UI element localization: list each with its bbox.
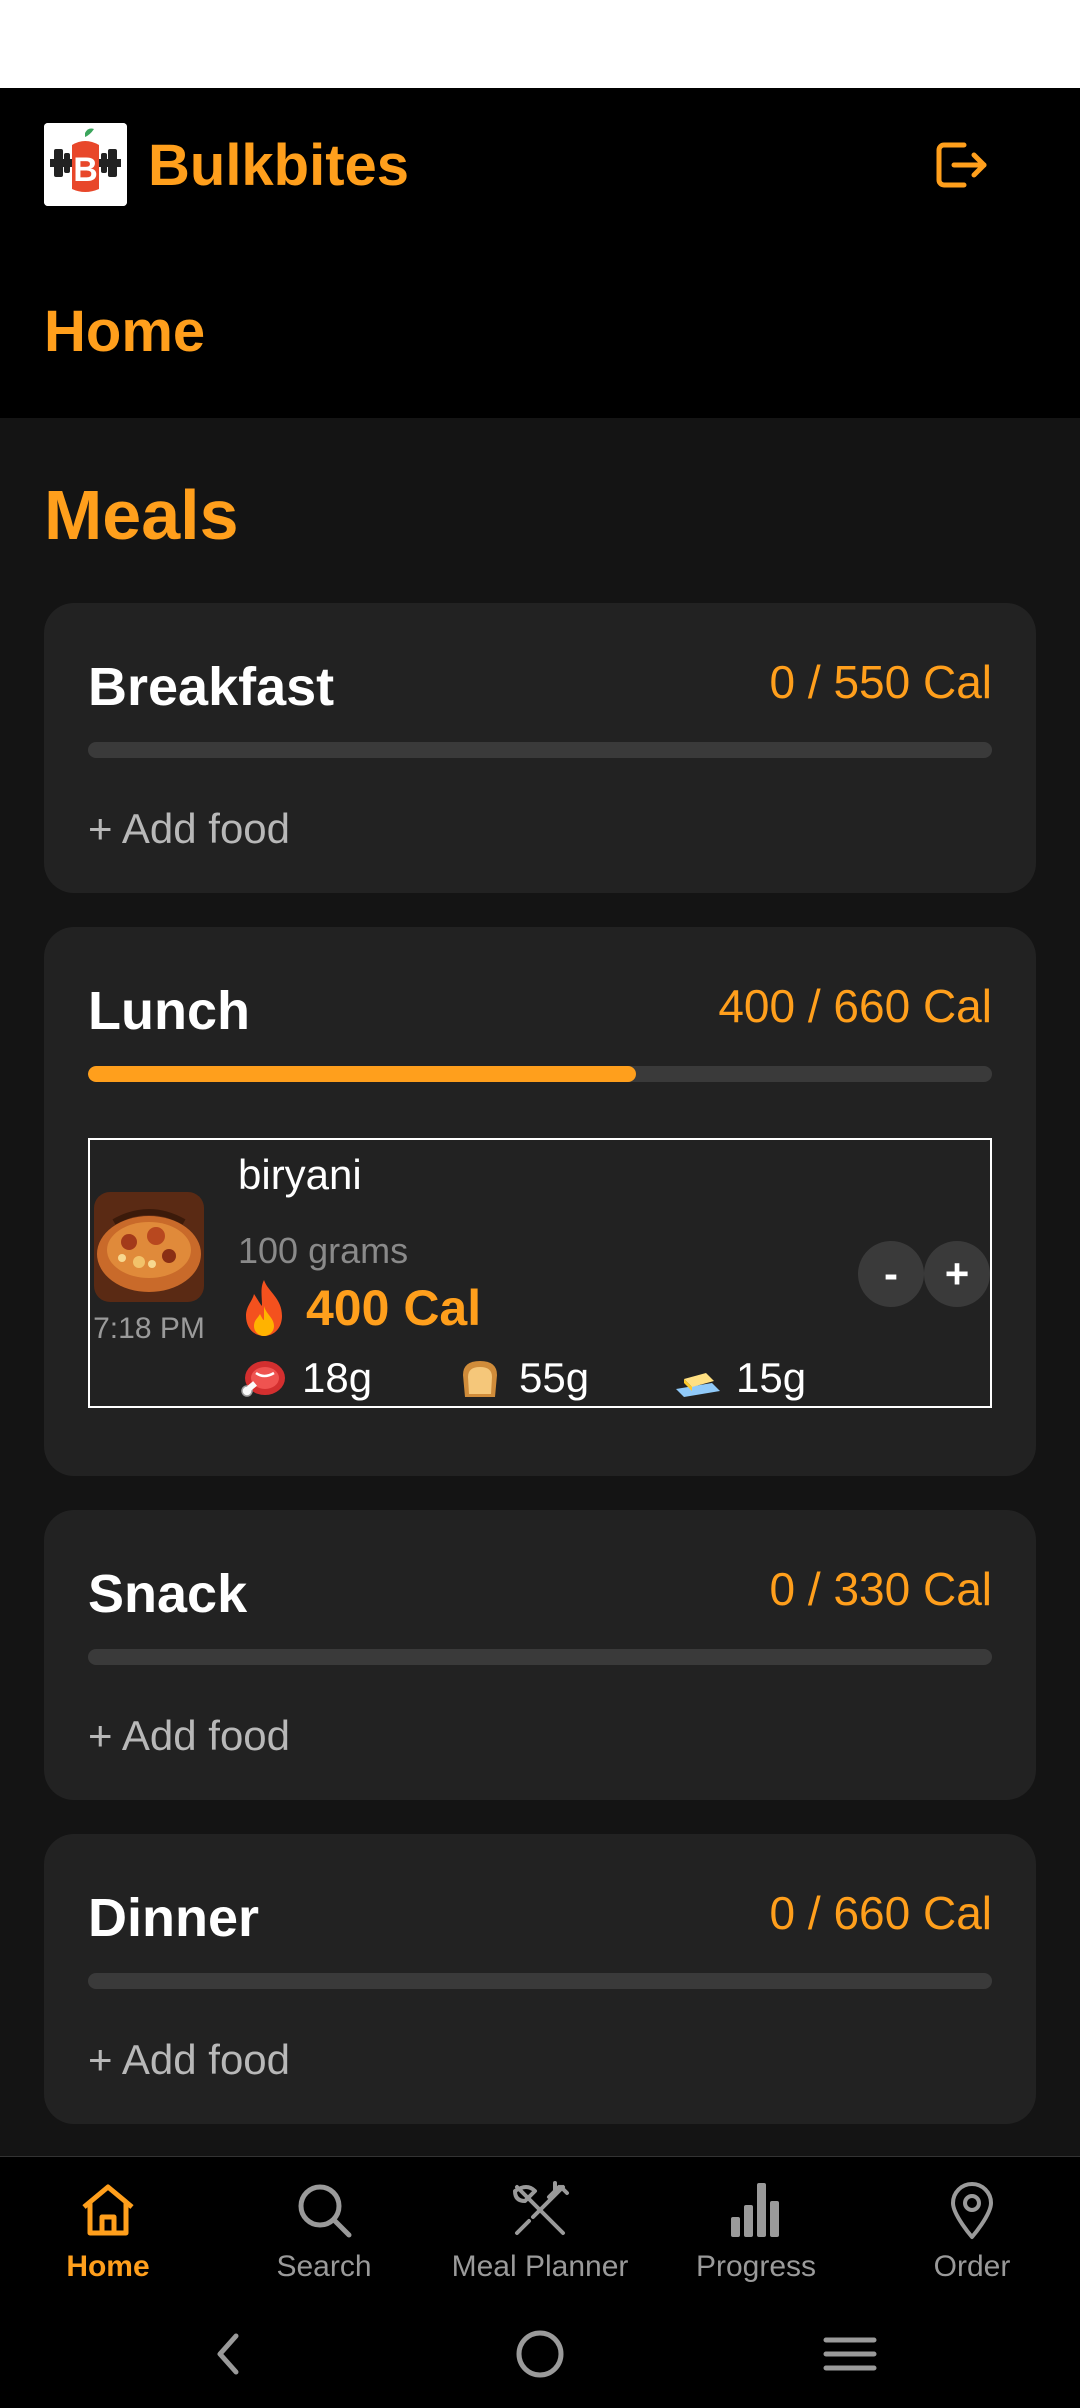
home-circle-icon xyxy=(516,2330,564,2378)
recents-icon xyxy=(823,2337,877,2371)
meal-card-lunch: Lunch 400 / 660 Cal 7:18 PM biryani 100 … xyxy=(44,927,1036,1476)
food-calories: 400 Cal xyxy=(306,1280,482,1336)
meal-progress-bar xyxy=(88,1066,992,1082)
increase-quantity-button[interactable]: + xyxy=(924,1241,990,1307)
svg-text:B: B xyxy=(73,151,98,189)
food-calories-row: 400 Cal xyxy=(238,1276,481,1340)
logout-button[interactable] xyxy=(930,135,990,195)
meal-progress-fill xyxy=(88,1066,636,1082)
nav-label: Meal Planner xyxy=(451,2250,629,2283)
bar-chart-icon xyxy=(731,2183,779,2237)
protein-value: 18g xyxy=(302,1354,373,1401)
search-icon xyxy=(298,2184,352,2238)
meal-card-breakfast: Breakfast 0 / 550 Cal + Add food xyxy=(44,603,1036,893)
page-title: Home xyxy=(44,299,206,364)
meal-name: Lunch xyxy=(88,981,250,1041)
meal-progress-bar xyxy=(88,1973,992,1989)
app-name: Bulkbites xyxy=(148,133,410,198)
food-item[interactable]: 7:18 PM biryani 100 grams 400 Cal 18g 55… xyxy=(88,1138,992,1408)
main-content[interactable]: Meals Breakfast 0 / 550 Cal + Add food L… xyxy=(0,418,1080,2156)
nav-item-progress[interactable]: Progress xyxy=(648,2157,864,2301)
system-back-button[interactable] xyxy=(200,2324,260,2384)
nav-item-search[interactable]: Search xyxy=(216,2157,432,2301)
carbs-value: 55g xyxy=(519,1354,590,1401)
system-recents-button[interactable] xyxy=(820,2324,880,2384)
back-icon xyxy=(217,2333,239,2375)
bottom-nav: Home Search Meal Planner Progress Order xyxy=(0,2156,1080,2300)
meals-heading: Meals xyxy=(44,476,239,554)
protein-macro: 18g xyxy=(238,1350,372,1406)
system-nav-bar xyxy=(0,2300,1080,2408)
flame-icon xyxy=(246,1280,282,1336)
home-icon xyxy=(82,2184,134,2236)
food-time: 7:18 PM xyxy=(93,1312,205,1345)
location-pin-icon xyxy=(951,2182,993,2239)
nav-label: Progress xyxy=(695,2250,817,2283)
food-quantity: 100 grams xyxy=(238,1230,409,1271)
meal-calories: 0 / 660 Cal xyxy=(769,1887,992,1939)
meal-card-dinner: Dinner 0 / 660 Cal + Add food xyxy=(44,1834,1036,2124)
meat-icon xyxy=(241,1361,285,1397)
nav-item-home[interactable]: Home xyxy=(0,2157,216,2301)
bread-icon xyxy=(463,1361,497,1397)
food-image xyxy=(94,1192,204,1302)
nav-label: Home xyxy=(66,2250,150,2283)
meal-calories: 0 / 550 Cal xyxy=(769,656,992,708)
add-food-button[interactable]: + Add food xyxy=(88,2032,290,2088)
nav-item-meal-planner[interactable]: Meal Planner xyxy=(432,2157,648,2301)
fat-macro: 15g xyxy=(672,1350,806,1406)
meal-progress-bar xyxy=(88,742,992,758)
nav-item-order[interactable]: Order xyxy=(864,2157,1080,2301)
meal-name: Snack xyxy=(88,1564,248,1624)
meal-progress-bar xyxy=(88,1649,992,1665)
meal-calories: 400 / 660 Cal xyxy=(718,980,992,1032)
nav-label: Search xyxy=(276,2250,372,2283)
carbs-macro: 55g xyxy=(455,1350,589,1406)
utensils-icon xyxy=(513,2181,569,2235)
decrease-quantity-button[interactable]: - xyxy=(858,1241,924,1307)
butter-icon xyxy=(676,1373,720,1397)
meal-calories: 0 / 330 Cal xyxy=(769,1563,992,1615)
food-name: biryani xyxy=(238,1151,362,1198)
fat-value: 15g xyxy=(736,1354,807,1401)
status-bar xyxy=(0,0,1080,88)
meal-card-snack: Snack 0 / 330 Cal + Add food xyxy=(44,1510,1036,1800)
bulkbites-logo: B xyxy=(44,123,127,206)
add-food-button[interactable]: + Add food xyxy=(88,801,290,857)
nav-label: Order xyxy=(933,2250,1011,2283)
add-food-button[interactable]: + Add food xyxy=(88,1708,290,1764)
meal-name: Dinner xyxy=(88,1888,260,1948)
meal-name: Breakfast xyxy=(88,657,335,717)
logout-icon xyxy=(936,142,987,188)
system-home-button[interactable] xyxy=(510,2324,570,2384)
